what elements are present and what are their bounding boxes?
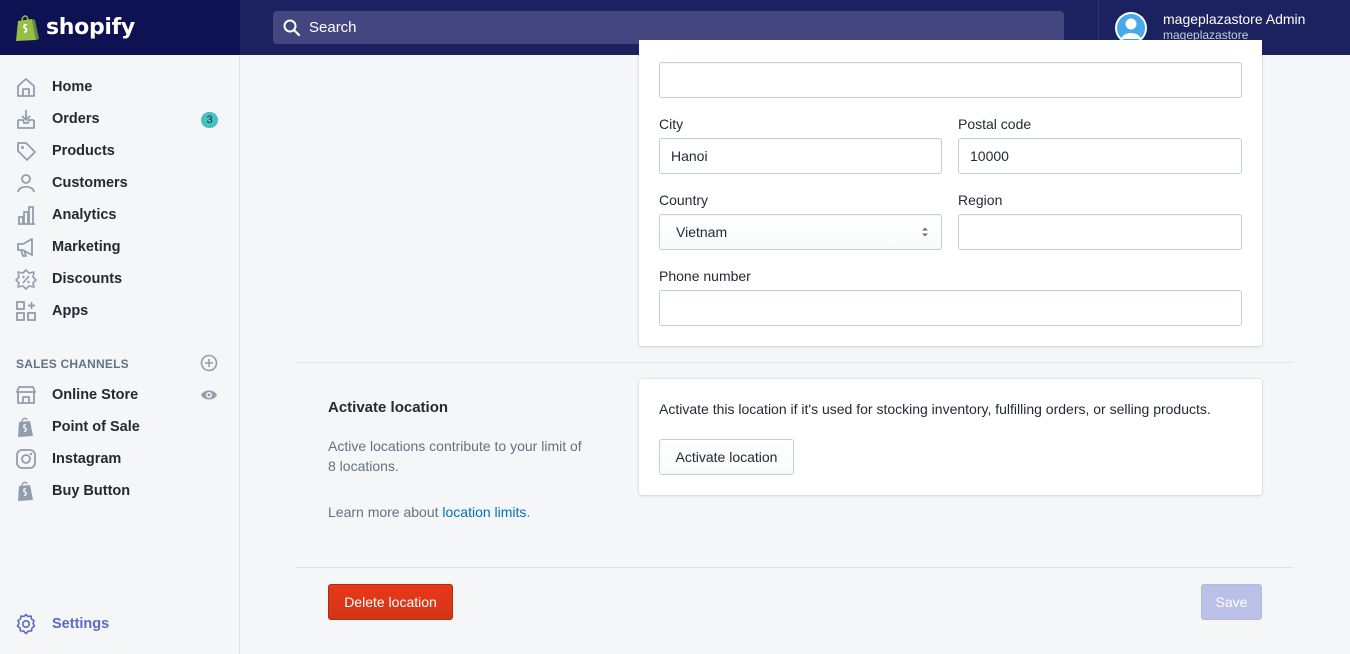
bar-chart-icon xyxy=(18,206,35,225)
store-icon xyxy=(16,386,36,404)
country-select[interactable]: Vietnam xyxy=(659,214,942,250)
sidebar-item-marketing[interactable]: Marketing xyxy=(0,231,239,263)
delete-location-button[interactable]: Delete location xyxy=(328,584,453,620)
instagram-icon xyxy=(16,449,36,469)
discount-icon xyxy=(15,269,37,290)
postal-code-label: Postal code xyxy=(958,116,1032,132)
address-line-field[interactable] xyxy=(659,62,1242,98)
sidebar-item-label: Apps xyxy=(52,303,89,319)
user-name: mageplazastore Admin xyxy=(1163,11,1306,27)
sidebar-item-label: Settings xyxy=(52,616,110,632)
shopify-logo[interactable]: shopify xyxy=(0,0,240,55)
country-label: Country xyxy=(659,192,709,208)
save-button[interactable]: Save xyxy=(1201,584,1262,620)
sidebar-item-label: Analytics xyxy=(52,207,117,223)
megaphone-icon xyxy=(17,238,33,257)
sidebar-item-label: Instagram xyxy=(52,451,122,467)
learn-more-prefix: Learn more about xyxy=(328,504,443,520)
shopify-bag-icon xyxy=(16,14,39,41)
sidebar-item-label: Products xyxy=(52,143,115,159)
postal-code-field[interactable]: 10000 xyxy=(958,138,1242,174)
tag-icon xyxy=(17,142,36,161)
sidebar-item-label: Discounts xyxy=(52,271,123,287)
sidebar-item-products[interactable]: Products xyxy=(0,135,239,167)
sidebar-item-discounts[interactable]: Discounts xyxy=(0,263,239,295)
sidebar-item-label: Point of Sale xyxy=(52,419,140,435)
add-sales-channel-icon[interactable] xyxy=(200,354,218,372)
activate-location-card xyxy=(639,379,1262,495)
sidebar-item-settings[interactable]: Settings xyxy=(0,608,239,640)
orders-icon xyxy=(17,110,35,129)
region-field[interactable] xyxy=(958,214,1242,250)
sidebar-item-orders[interactable]: Orders 3 xyxy=(0,103,239,135)
apps-icon xyxy=(16,301,36,321)
location-limits-link[interactable]: location limits xyxy=(442,504,526,520)
phone-label: Phone number xyxy=(659,268,751,284)
sidebar-item-label: Home xyxy=(52,79,93,95)
activate-location-button[interactable]: Activate location xyxy=(659,439,794,475)
sidebar-item-point-of-sale[interactable]: Point of Sale xyxy=(0,411,239,443)
footer-divider xyxy=(296,567,1294,568)
select-arrows-icon xyxy=(922,227,928,237)
search-icon xyxy=(283,19,300,36)
city-label: City xyxy=(659,116,684,132)
sales-channels-title: SALES CHANNELS xyxy=(16,357,129,371)
brand-wordmark: shopify xyxy=(46,15,135,40)
search-placeholder: Search xyxy=(309,19,357,36)
gear-icon xyxy=(16,613,36,635)
person-icon xyxy=(17,174,35,193)
section-divider xyxy=(296,362,1294,363)
sidebar-item-buy-button[interactable]: Buy Button xyxy=(0,475,239,507)
sidebar-item-label: Customers xyxy=(52,175,128,191)
shopify-bag-icon xyxy=(18,417,33,437)
city-field[interactable]: Hanoi xyxy=(659,138,942,174)
sidebar: Home Orders 3 Products Customers Analyti… xyxy=(0,55,240,654)
learn-more-text: Learn more about location limits. xyxy=(328,504,530,520)
region-label: Region xyxy=(958,192,1003,208)
sidebar-item-label: Online Store xyxy=(52,387,139,403)
shopify-bag-icon xyxy=(18,481,33,501)
learn-more-suffix: . xyxy=(526,504,531,520)
sidebar-item-instagram[interactable]: Instagram xyxy=(0,443,239,475)
country-selected-value: Vietnam xyxy=(676,224,728,240)
sidebar-item-home[interactable]: Home xyxy=(0,71,239,103)
sidebar-item-apps[interactable]: Apps xyxy=(0,295,239,327)
sidebar-item-label: Buy Button xyxy=(52,483,131,499)
eye-icon[interactable] xyxy=(200,387,218,403)
orders-count-badge: 3 xyxy=(201,112,218,128)
sidebar-item-analytics[interactable]: Analytics xyxy=(0,199,239,231)
activate-location-heading: Activate location xyxy=(328,399,449,416)
sidebar-item-customers[interactable]: Customers xyxy=(0,167,239,199)
phone-field[interactable] xyxy=(659,290,1242,326)
sidebar-item-label: Marketing xyxy=(52,239,121,255)
home-icon xyxy=(17,78,35,97)
sidebar-item-label: Orders xyxy=(52,111,100,127)
activate-location-card-text: Activate this location if it's used for … xyxy=(659,401,1211,417)
activate-location-description: Active locations contribute to your limi… xyxy=(328,438,582,474)
